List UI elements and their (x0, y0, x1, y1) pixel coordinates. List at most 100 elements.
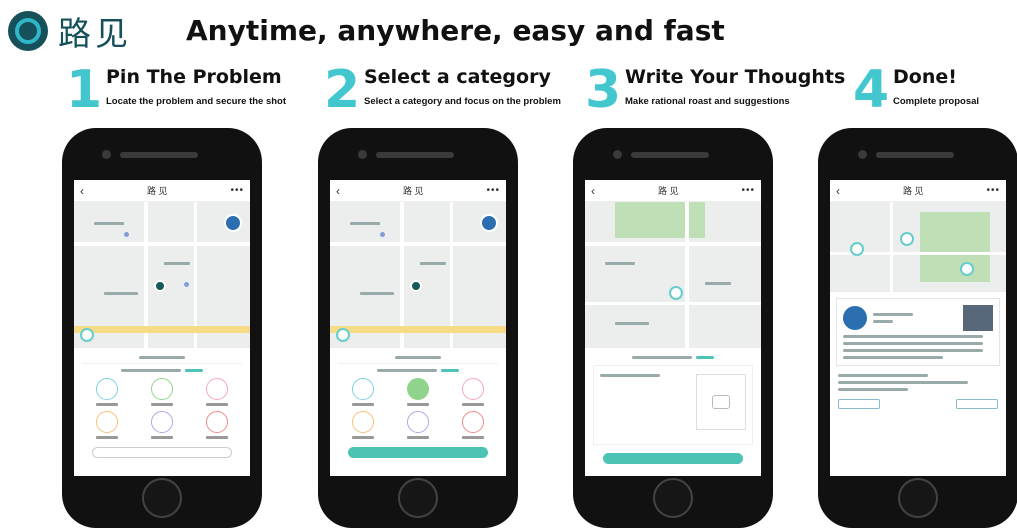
accessibility-icon (461, 378, 484, 400)
category-panel (74, 348, 250, 462)
location-pin-icon[interactable] (410, 280, 422, 292)
feedback-panel (585, 348, 761, 468)
nav-title: 路 见 (902, 186, 924, 196)
facility-icon (96, 411, 119, 433)
bike-icon (352, 378, 375, 400)
camera-icon (712, 395, 730, 409)
location-pin-icon[interactable] (669, 286, 683, 300)
step-number: 2 (324, 60, 361, 120)
phone-screen: ‹ 路 见 ••• (830, 180, 1006, 476)
speaker-grille (876, 152, 954, 158)
photo-thumbnail[interactable] (963, 305, 993, 331)
step-subtitle: Select a category and focus on the probl… (364, 96, 561, 107)
proposal-card[interactable] (836, 298, 1000, 366)
avatar (843, 306, 867, 330)
category-car[interactable] (393, 411, 444, 439)
camera-icon (858, 150, 867, 159)
phone-mockup-done: ‹ 路 见 ••• (818, 128, 1017, 528)
step-number: 4 (853, 60, 890, 120)
add-photo-button[interactable] (696, 374, 746, 430)
more-icon[interactable]: ••• (486, 185, 500, 196)
category-bike[interactable] (82, 378, 133, 406)
category-parking[interactable] (447, 411, 498, 439)
car-icon (150, 411, 173, 433)
user-avatar-icon[interactable] (224, 214, 242, 232)
step-title: Write Your Thoughts (625, 66, 846, 88)
home-button (898, 478, 938, 518)
step-subtitle: Complete proposal (893, 96, 980, 107)
locate-icon[interactable] (80, 328, 94, 342)
no-parking-icon (461, 411, 484, 433)
home-button (653, 478, 693, 518)
submit-button[interactable] (603, 453, 743, 464)
step-subtitle: Locate the problem and secure the shot (106, 96, 287, 107)
more-icon[interactable]: ••• (230, 185, 244, 196)
tree-icon (150, 378, 173, 400)
nav-bar: ‹ 路 见 ••• (585, 180, 761, 202)
car-icon (406, 411, 429, 433)
map-view[interactable] (74, 202, 250, 348)
back-icon[interactable]: ‹ (80, 184, 84, 198)
phone-mockup-pin: ‹ 路 见 ••• (62, 128, 262, 528)
nav-title: 路 见 (657, 186, 679, 196)
nav-bar: ‹ 路 见 ••• (830, 180, 1006, 202)
phone-mockup-category: ‹ 路 见 ••• (318, 128, 518, 528)
tagline: Anytime, anywhere, easy and fast (186, 14, 725, 47)
phone-screen: ‹ 路 见 ••• (74, 180, 250, 476)
no-parking-icon (205, 411, 228, 433)
step-title: Select a category (364, 66, 551, 88)
home-button (142, 478, 182, 518)
continue-button[interactable] (838, 399, 880, 409)
more-icon[interactable]: ••• (741, 185, 755, 196)
back-icon[interactable]: ‹ (836, 184, 840, 198)
app-header: 路见 (8, 8, 132, 54)
feedback-textarea[interactable] (593, 365, 753, 445)
nav-title: 路 见 (146, 186, 168, 196)
user-avatar-icon[interactable] (480, 214, 498, 232)
map-view[interactable] (330, 202, 506, 348)
step-number: 1 (66, 60, 103, 120)
logo-text: 路见 (58, 14, 132, 53)
map-view[interactable] (830, 202, 1006, 292)
back-icon[interactable]: ‹ (336, 184, 340, 198)
category-car[interactable] (137, 411, 188, 439)
category-accessibility[interactable] (447, 378, 498, 406)
phone-screen: ‹ 路 见 ••• (330, 180, 506, 476)
nav-bar: ‹ 路 见 ••• (330, 180, 506, 202)
camera-icon (358, 150, 367, 159)
category-facility[interactable] (82, 411, 133, 439)
tree-icon (406, 378, 429, 400)
step-title: Done! (893, 66, 957, 88)
location-pin-icon[interactable] (154, 280, 166, 292)
phone-mockup-thoughts: ‹ 路 见 ••• (573, 128, 773, 528)
speaker-grille (120, 152, 198, 158)
locate-icon[interactable] (336, 328, 350, 342)
back-icon[interactable]: ‹ (591, 184, 595, 198)
accessibility-icon (205, 378, 228, 400)
report-marker-icon[interactable] (960, 262, 974, 276)
nav-bar: ‹ 路 见 ••• (74, 180, 250, 202)
my-proposals-button[interactable] (956, 399, 998, 409)
category-facility[interactable] (338, 411, 389, 439)
step-number: 3 (585, 60, 622, 120)
speaker-grille (631, 152, 709, 158)
category-tree[interactable] (137, 378, 188, 406)
category-tree[interactable] (393, 378, 444, 406)
category-panel (330, 348, 506, 462)
report-marker-icon[interactable] (850, 242, 864, 256)
facility-icon (352, 411, 375, 433)
home-button (398, 478, 438, 518)
category-accessibility[interactable] (191, 378, 242, 406)
category-bike[interactable] (338, 378, 389, 406)
logo-icon (8, 11, 48, 51)
map-view[interactable] (585, 202, 761, 348)
more-icon[interactable]: ••• (986, 185, 1000, 196)
step-subtitle: Make rational roast and suggestions (625, 96, 790, 107)
report-marker-icon[interactable] (900, 232, 914, 246)
camera-icon (613, 150, 622, 159)
next-button[interactable] (92, 447, 232, 458)
next-button[interactable] (348, 447, 488, 458)
category-parking[interactable] (191, 411, 242, 439)
speaker-grille (376, 152, 454, 158)
bike-icon (96, 378, 119, 400)
